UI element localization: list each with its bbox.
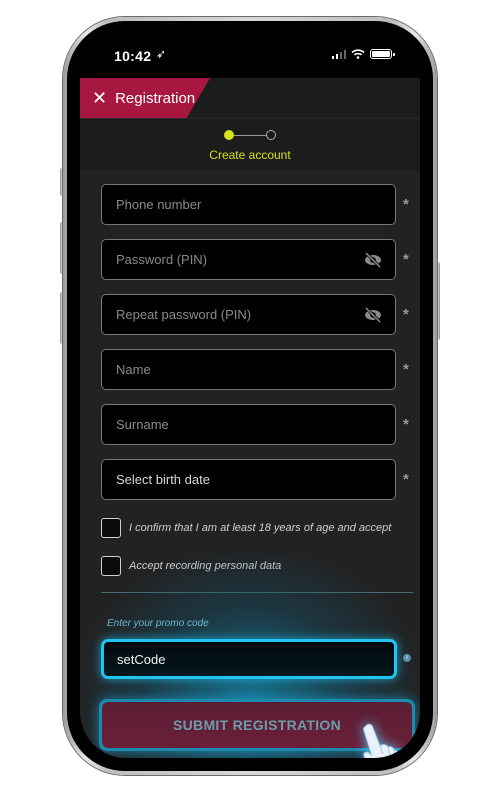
step-connector (234, 134, 266, 136)
phone-frame: 10:42 ➶ ✕ Registration Create account Ph… (63, 17, 437, 775)
step-indicator (224, 129, 276, 141)
required-marker: * (403, 361, 409, 378)
status-time: 10:42 (114, 48, 152, 64)
promo-code-label: Enter your promo code (107, 618, 209, 629)
password-placeholder: Password (PIN) (116, 252, 208, 267)
birth-date-select[interactable]: Select birth date (101, 459, 396, 500)
surname-row: Surname * (101, 404, 417, 445)
app-header: ✕ Registration (80, 78, 420, 118)
battery-icon (370, 49, 395, 59)
registration-form: Phone number * Password (PIN) * Repeat p… (101, 184, 417, 593)
eye-off-icon[interactable] (363, 306, 383, 324)
status-icons (331, 49, 395, 59)
page-title: Registration (115, 89, 196, 107)
header-tab: ✕ Registration (80, 78, 210, 118)
repeat-password-row: Repeat password (PIN) * (101, 294, 417, 335)
repeat-password-input[interactable]: Repeat password (PIN) (101, 294, 396, 335)
age-confirm-label: I confirm that I am at least 18 years of… (129, 522, 392, 534)
location-arrow-icon: ➶ (156, 47, 167, 61)
required-marker: * (403, 251, 409, 268)
tap-hand-icon (363, 723, 400, 758)
info-icon[interactable]: i (403, 654, 411, 662)
password-row: Password (PIN) * (101, 239, 417, 280)
phone-number-row: Phone number * (101, 184, 417, 225)
age-confirm-checkbox[interactable] (101, 518, 121, 538)
required-marker: * (403, 416, 409, 433)
phone-number-input[interactable]: Phone number (101, 184, 396, 225)
stepper: Create account (80, 118, 420, 170)
age-confirm-row: I confirm that I am at least 18 years of… (101, 516, 417, 540)
surname-input[interactable]: Surname (101, 404, 396, 445)
eye-off-icon[interactable] (363, 251, 383, 269)
repeat-password-placeholder: Repeat password (PIN) (116, 307, 252, 322)
password-input[interactable]: Password (PIN) (101, 239, 396, 280)
wifi-icon (351, 49, 365, 59)
status-bar: 10:42 ➶ (80, 34, 420, 78)
close-icon[interactable]: ✕ (92, 89, 107, 107)
step-label: Create account (209, 148, 291, 162)
step-2-dot (266, 130, 276, 140)
promo-code-input[interactable]: setCode (101, 639, 397, 679)
step-1-dot (224, 130, 234, 140)
required-marker: * (403, 196, 409, 213)
required-marker: * (403, 471, 409, 488)
cellular-signal-icon (331, 49, 346, 59)
name-input[interactable]: Name (101, 349, 396, 390)
required-marker: * (403, 306, 409, 323)
birth-date-row: Select birth date * (101, 459, 417, 500)
name-row: Name * (101, 349, 417, 390)
phone-bezel: 10:42 ➶ ✕ Registration Create account Ph… (67, 21, 433, 771)
phone-screen: 10:42 ➶ ✕ Registration Create account Ph… (80, 34, 420, 758)
